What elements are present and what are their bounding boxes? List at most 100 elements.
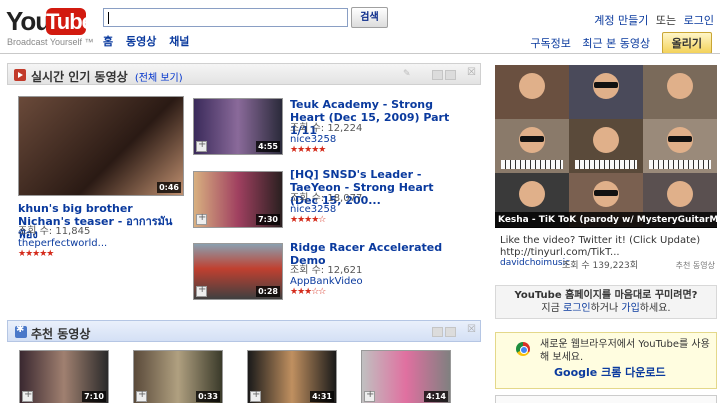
video-rating: ★★★★☆ xyxy=(290,215,326,225)
keyboard xyxy=(649,160,711,169)
video-duration: 4:14 xyxy=(424,391,448,402)
header-divider xyxy=(0,53,720,54)
search-input[interactable] xyxy=(103,8,348,27)
featured-title-text: 실시간 인기 동영상 xyxy=(31,70,128,84)
nav-home[interactable]: 홈 xyxy=(103,35,113,48)
banner-label: 추천 동영상 xyxy=(675,261,715,270)
banner-caption[interactable]: Kesha - TiK ToK (parody w/ MysteryGuitar… xyxy=(495,212,717,228)
keyboard xyxy=(575,160,637,169)
add-to-queue-icon[interactable] xyxy=(196,139,207,152)
video-duration: 7:10 xyxy=(82,391,106,402)
banner-cell xyxy=(569,119,643,173)
video-rating: ★★★☆☆ xyxy=(290,287,326,297)
video-duration: 0:46 xyxy=(157,182,181,193)
banner-cell xyxy=(569,65,643,119)
banner-cell xyxy=(643,65,717,119)
sunglasses xyxy=(520,136,544,142)
video-thumbnail[interactable]: 7:10 xyxy=(19,350,109,403)
video-thumbnail[interactable]: 4:31 xyxy=(247,350,337,403)
face xyxy=(519,73,545,99)
move-down-icon[interactable] xyxy=(445,70,456,80)
face xyxy=(667,73,693,99)
banner-views: 조회 수 139,223회 xyxy=(562,261,639,271)
customize-or: 하거나 xyxy=(590,303,622,314)
video-title[interactable]: Ridge Racer Accelerated Demo xyxy=(290,241,465,267)
main-video-thumbnail[interactable]: 0:46 xyxy=(18,96,184,196)
customize-title: YouTube 홈페이지를 마음대로 꾸미려면? xyxy=(514,290,698,301)
featured-module-header: 실시간 인기 동영상 (전체 보기) ✎ ☒ xyxy=(7,63,481,85)
youtube-logo[interactable]: You Tube Broadcast Yourself ™ xyxy=(6,6,94,47)
add-to-queue-icon[interactable] xyxy=(250,389,261,402)
main-video-rating: ★★★★★ xyxy=(18,249,54,259)
featured-videos-module: 실시간 인기 동영상 (전체 보기) ✎ ☒ 0:46 khun's big b… xyxy=(7,63,481,303)
login-link[interactable]: 로그인 xyxy=(684,14,714,27)
video-duration: 0:28 xyxy=(256,286,280,297)
move-up-icon[interactable] xyxy=(432,327,443,337)
upload-button[interactable]: 올리기 xyxy=(661,32,712,54)
keyboard xyxy=(501,160,563,169)
face xyxy=(593,127,619,153)
customize-signup-link[interactable]: 가입 xyxy=(621,303,639,314)
main-nav: 홈 동영상 채널 xyxy=(103,33,198,49)
signup-link[interactable]: 계정 만들기 xyxy=(594,14,648,27)
sunglasses xyxy=(594,190,618,196)
banner-channel-link[interactable]: davidchoimusic xyxy=(500,258,570,268)
see-all-link[interactable]: (전체 보기) xyxy=(135,73,183,84)
edit-icon[interactable]: ✎ xyxy=(403,69,411,79)
add-to-queue-icon[interactable] xyxy=(136,389,147,402)
subscriptions-link[interactable]: 구독정보 xyxy=(530,37,570,50)
banner-cell xyxy=(495,65,569,119)
nav-videos[interactable]: 동영상 xyxy=(126,35,156,48)
logo-text-tube: Tube xyxy=(46,8,94,35)
star-icon xyxy=(15,324,27,338)
chrome-download-link[interactable]: Google 크롬 다운로드 xyxy=(554,364,666,380)
video-thumbnail[interactable]: 4:14 xyxy=(361,350,451,403)
logo-text-you: You xyxy=(6,6,51,36)
customize-line: 지금 로그인하거나 가입하세요. xyxy=(496,302,716,315)
header-links: 구독정보 최근 본 동영상 올리기 xyxy=(522,32,712,54)
close-icon[interactable]: ☒ xyxy=(467,324,476,335)
banner-cell xyxy=(495,119,569,173)
face xyxy=(667,181,693,207)
chrome-promo-text: 새로운 웹브라우저에서 YouTube를 사용해 보세요. xyxy=(540,339,710,363)
move-up-icon[interactable] xyxy=(432,70,443,80)
featured-title: 실시간 인기 동영상 (전체 보기) xyxy=(31,68,183,85)
banner-description: Like the video? Twitter it! (Click Updat… xyxy=(500,235,701,258)
recently-viewed-link[interactable]: 최근 본 동영상 xyxy=(582,37,650,50)
video-duration: 0:33 xyxy=(196,391,220,402)
chrome-promo-box: 새로운 웹브라우저에서 YouTube를 사용해 보세요. Google 크롬 … xyxy=(495,332,717,389)
recommended-title: 추천 동영상 xyxy=(31,327,91,341)
close-icon[interactable]: ☒ xyxy=(467,67,476,78)
add-to-queue-icon[interactable] xyxy=(196,212,207,225)
video-thumbnail[interactable]: 0:33 xyxy=(133,350,223,403)
add-to-queue-icon[interactable] xyxy=(22,389,33,402)
promoted-video-banner[interactable]: Kesha - TiK ToK (parody w/ MysteryGuitar… xyxy=(495,65,717,228)
video-thumbnail[interactable]: 0:28 xyxy=(193,243,283,300)
chrome-icon xyxy=(516,342,530,356)
recommended-module-header: 추천 동영상 ☒ xyxy=(7,320,481,342)
video-rating: ★★★★★ xyxy=(290,145,326,155)
text-caret xyxy=(108,12,109,24)
search-button[interactable]: 검색 xyxy=(351,7,388,28)
video-duration: 4:31 xyxy=(310,391,334,402)
video-thumbnail[interactable]: 4:55 xyxy=(193,98,283,155)
video-duration: 7:30 xyxy=(256,214,280,225)
play-icon xyxy=(14,69,26,81)
main-video-views: 조회 수: 11,845 xyxy=(18,226,91,237)
customize-login-link[interactable]: 로그인 xyxy=(563,303,591,314)
add-to-queue-icon[interactable] xyxy=(364,389,375,402)
or-text: 또는 xyxy=(655,14,677,27)
customize-suffix: 하세요. xyxy=(639,303,671,314)
customize-homepage-box: YouTube 홈페이지를 마음대로 꾸미려면? 지금 로그인하거나 가입하세요… xyxy=(495,285,717,319)
move-down-icon[interactable] xyxy=(445,327,456,337)
account-links: 계정 만들기 또는 로그인 xyxy=(594,12,714,28)
recommended-videos-module: 추천 동영상 ☒ 7:10 0:33 4:31 4:14 xyxy=(7,320,481,403)
sunglasses xyxy=(668,136,692,142)
video-thumbnail[interactable]: 7:30 xyxy=(193,171,283,228)
add-to-queue-icon[interactable] xyxy=(196,284,207,297)
next-module-edge xyxy=(495,395,717,403)
banner-cell xyxy=(643,119,717,173)
nav-channels[interactable]: 채널 xyxy=(169,35,189,48)
face xyxy=(519,181,545,207)
sunglasses xyxy=(594,82,618,88)
